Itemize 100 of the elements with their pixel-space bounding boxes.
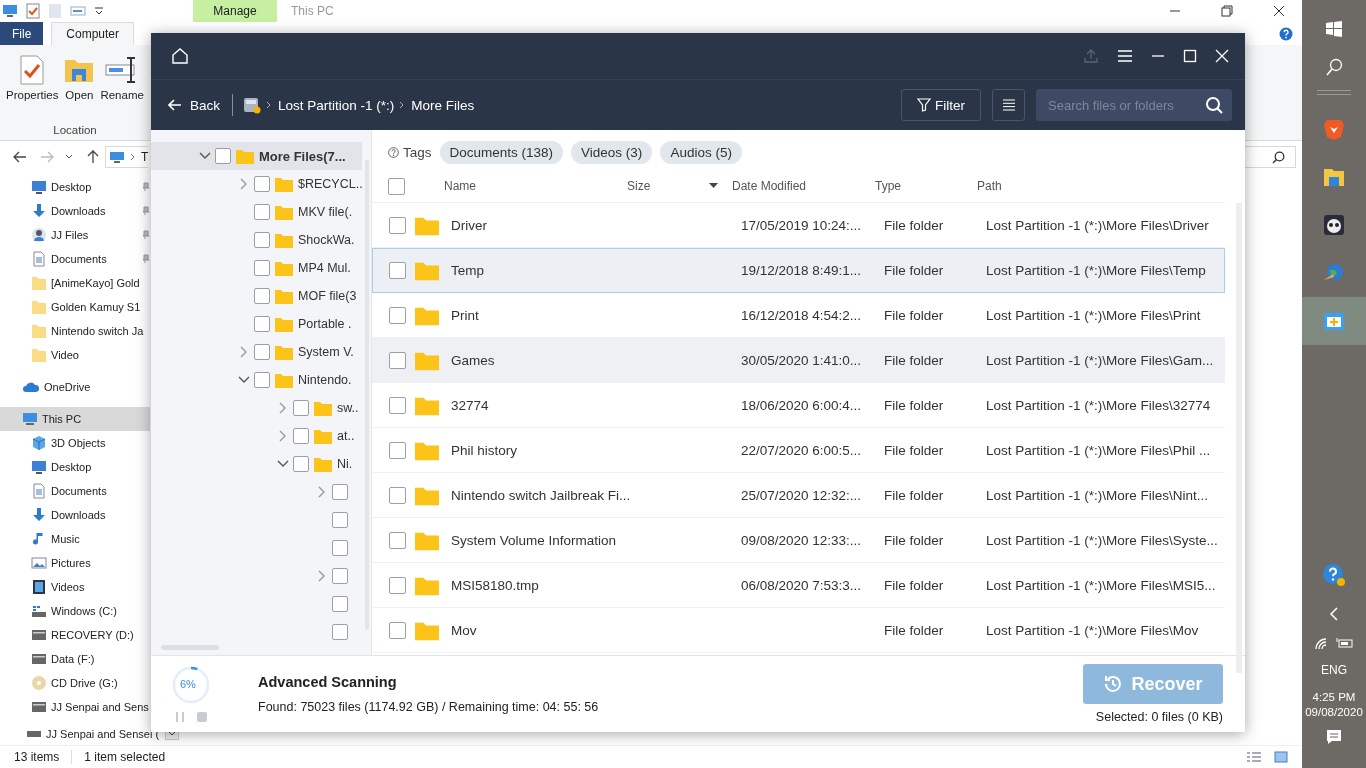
checkbox[interactable]: [254, 232, 270, 248]
ribbon-tab[interactable]: File: [0, 22, 44, 45]
chevron-down-icon[interactable]: [199, 152, 211, 160]
nav-item[interactable]: Video: [0, 343, 150, 367]
file-row[interactable]: Temp 19/12/2018 8:49:1... File folder Lost Partition -1 (*:)\More Files\Temp: [372, 248, 1225, 293]
breadcrumb-link[interactable]: Lost Partition -1 (*:): [278, 97, 395, 113]
clock-date[interactable]: 09/08/2020: [1305, 706, 1363, 718]
nav-item[interactable]: CD Drive (G:): [0, 671, 150, 695]
maximize-icon[interactable]: [1183, 49, 1197, 63]
checkbox[interactable]: [389, 442, 406, 459]
tiles-view-icon[interactable]: [1274, 751, 1288, 763]
help-icon[interactable]: [1322, 563, 1346, 587]
pause-icon[interactable]: [174, 711, 186, 723]
battery-icon[interactable]: [1336, 637, 1354, 649]
checklist-icon[interactable]: [26, 3, 40, 19]
search-icon[interactable]: [1325, 58, 1343, 76]
tree-row[interactable]: Portable .: [151, 310, 362, 338]
checkbox[interactable]: [293, 428, 309, 444]
file-row[interactable]: Phil history 22/07/2020 6:00:5... File folder Lost Partition -1 (*:)\More Files\Phil ...: [372, 428, 1225, 473]
column-header[interactable]: Name: [444, 179, 476, 193]
tree-row[interactable]: More Files(7...: [151, 142, 362, 170]
checkbox[interactable]: [254, 260, 270, 276]
notification-icon[interactable]: [1325, 728, 1343, 746]
nav-item[interactable]: Videos: [0, 575, 150, 599]
checkbox[interactable]: [389, 352, 406, 369]
tree-row[interactable]: sw..: [151, 394, 362, 422]
details-view-icon[interactable]: [1246, 751, 1262, 763]
checkbox[interactable]: [332, 624, 348, 640]
tree-row[interactable]: at..: [151, 422, 362, 450]
column-header[interactable]: Type: [875, 179, 901, 193]
help-icon[interactable]: [1279, 26, 1293, 41]
select-all-checkbox[interactable]: [388, 177, 405, 195]
tree-row[interactable]: Nintendo.: [151, 366, 362, 394]
up-arrow-icon[interactable]: [87, 150, 99, 164]
computer-icon[interactable]: [2, 4, 18, 18]
checkbox[interactable]: [254, 344, 270, 360]
search-icon[interactable]: [1205, 96, 1223, 114]
nav-item[interactable]: Windows (C:): [0, 599, 150, 623]
address-field[interactable]: T: [105, 146, 149, 168]
back-button[interactable]: Back: [166, 95, 222, 115]
search-field[interactable]: Search files or folders: [1036, 89, 1232, 121]
nav-item[interactable]: Music: [0, 527, 150, 551]
tag-chip[interactable]: Videos (3): [571, 140, 653, 164]
checkbox[interactable]: [389, 217, 406, 234]
file-row[interactable]: Mov File folder Lost Partition -1 (*:)\More Files\Mov: [372, 608, 1225, 653]
ribbon-tab[interactable]: Computer: [51, 21, 135, 46]
checkbox[interactable]: [332, 512, 348, 528]
upload-icon[interactable]: [1083, 48, 1099, 64]
nav-item[interactable]: [AnimeKayo] Gold: [0, 271, 150, 295]
chevron-right-icon[interactable]: [279, 430, 287, 442]
checkbox[interactable]: [293, 456, 309, 472]
checkbox[interactable]: [332, 540, 348, 556]
nav-item[interactable]: Golden Kamuy S1: [0, 295, 150, 319]
filter-button[interactable]: Filter: [901, 89, 981, 121]
chevron-right-icon[interactable]: [130, 153, 136, 161]
tree-row[interactable]: ShockWa.: [151, 226, 362, 254]
checkbox[interactable]: [254, 176, 270, 192]
chevron-right-icon[interactable]: [279, 402, 287, 414]
checkbox[interactable]: [389, 307, 406, 324]
chevron-down-icon[interactable]: [277, 460, 289, 468]
chevron-right-icon[interactable]: [318, 570, 326, 582]
pin-icon[interactable]: [140, 182, 150, 192]
tree-row[interactable]: System V.: [151, 338, 362, 366]
horizontal-scrollbar[interactable]: [161, 645, 219, 650]
nav-item[interactable]: 3D Objects: [0, 431, 150, 455]
close-icon[interactable]: [1273, 5, 1285, 17]
checkbox[interactable]: [215, 148, 231, 164]
tree-item-label[interactable]: System V.: [298, 345, 354, 359]
rename-button[interactable]: Rename: [98, 53, 146, 103]
file-row[interactable]: MSI58180.tmp 06/08/2020 7:53:3... File folder Lost Partition -1 (*:)\More Files\MSI5...: [372, 563, 1225, 608]
checkbox[interactable]: [389, 487, 406, 504]
checkbox[interactable]: [389, 532, 406, 549]
checkbox[interactable]: [389, 397, 406, 414]
stop-icon[interactable]: [196, 711, 208, 723]
checkbox[interactable]: [254, 204, 270, 220]
nav-item[interactable]: Desktop: [0, 455, 150, 479]
nav-item[interactable]: RECOVERY (D:): [0, 623, 150, 647]
tree-row[interactable]: MKV file(.: [151, 198, 362, 226]
nav-item[interactable]: Desktop: [0, 175, 150, 199]
list-view-button[interactable]: [992, 89, 1025, 121]
home-icon[interactable]: [171, 47, 189, 65]
menu-icon[interactable]: [1117, 49, 1133, 63]
clock-time[interactable]: 4:25 PM: [1312, 691, 1356, 703]
manage-tab[interactable]: Manage: [193, 0, 277, 22]
column-header[interactable]: Date Modified: [732, 179, 807, 193]
dropdown-icon[interactable]: [94, 6, 104, 16]
pin-icon[interactable]: [140, 254, 150, 264]
checkbox[interactable]: [389, 262, 406, 279]
nav-item[interactable]: Downloads: [0, 503, 150, 527]
chevron-down-icon[interactable]: [238, 376, 250, 384]
file-row[interactable]: 32774 18/06/2020 6:00:4... File folder Lost Partition -1 (*:)\More Files\32774: [372, 383, 1225, 428]
tree-item-label[interactable]: More Files(7...: [259, 148, 346, 164]
tree-row[interactable]: $RECYCL..: [151, 170, 362, 198]
chevron-left-icon[interactable]: [1329, 607, 1339, 621]
restore-icon[interactable]: [1221, 5, 1233, 17]
tree-row[interactable]: MOF file(3: [151, 282, 362, 310]
windows-start-icon[interactable]: [1325, 20, 1343, 38]
tree-item-label[interactable]: at..: [337, 429, 355, 443]
file-row[interactable]: Nintendo switch Jailbreak Fi... 25/07/2020 12:32:... File folder Lost Partition -1 (*:)\More Files\Nint...: [372, 473, 1225, 518]
open-button[interactable]: Open: [62, 53, 97, 103]
